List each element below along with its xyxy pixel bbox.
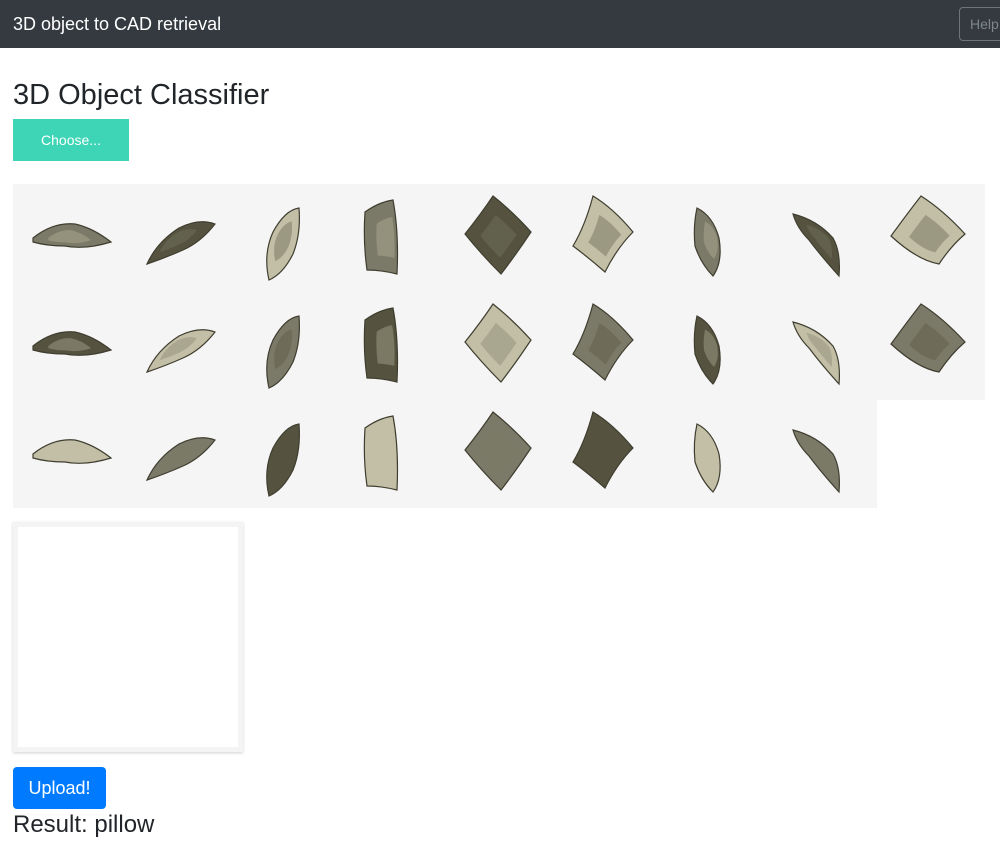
- object-view-thumbnail: [661, 400, 769, 508]
- object-view-thumbnail: [121, 400, 229, 508]
- object-view-thumbnail: [877, 184, 985, 292]
- object-view-thumbnail: [121, 184, 229, 292]
- object-view-thumbnail: [337, 292, 445, 400]
- object-view-thumbnail: [13, 184, 121, 292]
- object-view-thumbnail: [13, 292, 121, 400]
- object-view-thumbnail: [661, 292, 769, 400]
- navbar-brand[interactable]: 3D object to CAD retrieval: [13, 13, 221, 35]
- object-view-thumbnail: [13, 400, 121, 508]
- page-title: 3D Object Classifier: [13, 79, 270, 111]
- help-input[interactable]: [959, 7, 1000, 41]
- object-view-thumbnail: [337, 184, 445, 292]
- gallery-row: [13, 184, 985, 292]
- object-view-thumbnail: [553, 184, 661, 292]
- gallery-row: [13, 292, 985, 400]
- view-gallery: [13, 184, 985, 508]
- object-view-thumbnail: [121, 292, 229, 400]
- object-view-thumbnail: [553, 292, 661, 400]
- object-view-thumbnail: [445, 184, 553, 292]
- navbar: 3D object to CAD retrieval: [0, 0, 1000, 48]
- upload-button[interactable]: Upload!: [13, 767, 106, 809]
- object-view-thumbnail: [877, 292, 985, 400]
- result-text: Result: pillow: [13, 811, 155, 838]
- object-view-thumbnail: [445, 292, 553, 400]
- object-view-thumbnail: [769, 292, 877, 400]
- model-preview-canvas[interactable]: [13, 522, 243, 752]
- object-view-thumbnail: [229, 184, 337, 292]
- gallery-row: [13, 400, 877, 508]
- object-view-thumbnail: [553, 400, 661, 508]
- object-view-thumbnail: [229, 400, 337, 508]
- object-view-thumbnail: [769, 184, 877, 292]
- object-view-thumbnail: [445, 400, 553, 508]
- object-view-thumbnail: [661, 184, 769, 292]
- object-view-thumbnail: [229, 292, 337, 400]
- object-view-thumbnail: [769, 400, 877, 508]
- choose-file-button[interactable]: Choose...: [13, 119, 129, 161]
- object-view-thumbnail: [337, 400, 445, 508]
